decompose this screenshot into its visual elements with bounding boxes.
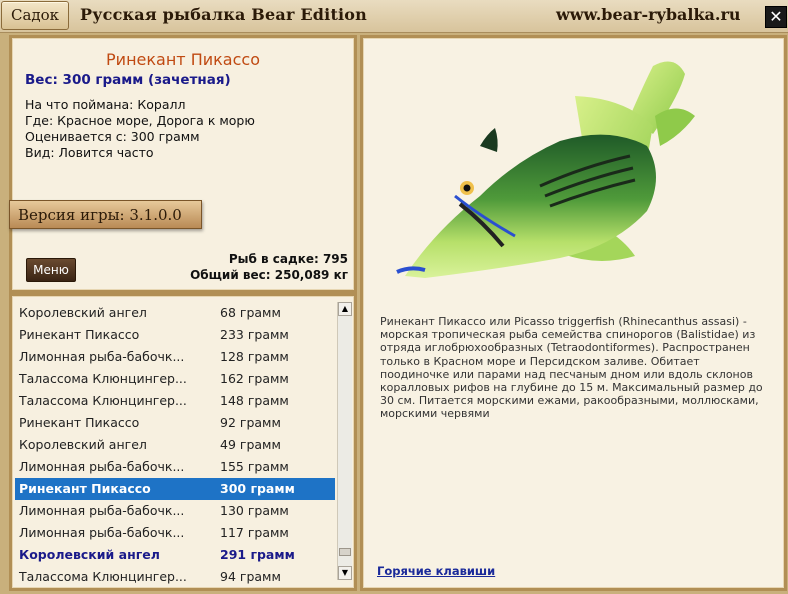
list-item-name: Ринекант Пикассо — [19, 415, 140, 430]
scroll-down-icon[interactable]: ▼ — [338, 566, 352, 580]
list-item-name: Талассома Клюнцингер... — [19, 569, 187, 584]
list-item[interactable]: Ринекант Пикассо 92 грамм — [15, 412, 335, 434]
list-item-name: Королевский ангел — [19, 437, 147, 452]
list-item-weight: 92 грамм — [220, 415, 281, 430]
list-item-weight: 117 грамм — [220, 525, 289, 540]
list-item[interactable]: Лимонная рыба-бабочк... 130 грамм — [15, 500, 335, 522]
list-item[interactable]: Лимонная рыба-бабочк... 155 грамм — [15, 456, 335, 478]
hotkeys-link[interactable]: Горячие клавиши — [377, 564, 495, 578]
list-item[interactable]: Лимонная рыба-бабочк... 128 грамм — [15, 346, 335, 368]
list-item-name: Талассома Клюнцингер... — [19, 371, 187, 386]
list-item[interactable]: Ринекант Пикассо 300 грамм — [15, 478, 335, 500]
list-scrollbar[interactable]: ▲ ▼ — [337, 302, 352, 580]
list-item-weight: 162 грамм — [220, 371, 289, 386]
list-item-name: Талассома Клюнцингер... — [19, 393, 187, 408]
fish-info-panel: Ринекант Пикассо Вес: 300 грамм (зачетна… — [9, 35, 357, 293]
menu-button[interactable]: Меню — [26, 258, 76, 282]
list-item-name: Лимонная рыба-бабочк... — [19, 349, 185, 364]
list-item-weight: 68 грамм — [220, 305, 281, 320]
list-item-name: Лимонная рыба-бабочк... — [19, 503, 185, 518]
list-item[interactable]: Королевский ангел 68 грамм — [15, 302, 335, 324]
catch-list: Королевский ангел 68 грамм Ринекант Пикасс… — [15, 302, 335, 588]
valued-from: Оценивается с: 300 грамм — [25, 129, 200, 144]
fish-detail-panel: Ринекант Пикассо или Picasso triggerfish… — [360, 35, 787, 591]
app-title: Русская рыбалка Bear Edition — [80, 5, 368, 24]
list-item-weight: 148 грамм — [220, 393, 289, 408]
list-item[interactable]: Ринекант Пикассо 233 грамм — [15, 324, 335, 346]
list-item-weight: 130 грамм — [220, 503, 289, 518]
list-item[interactable]: Королевский ангел 291 грамм — [15, 544, 335, 566]
list-item-name: Ринекант Пикассо — [19, 327, 140, 342]
fish-count: Рыб в садке: 795 — [228, 252, 348, 266]
list-item[interactable]: Талассома Клюнцингер... 148 грамм — [15, 390, 335, 412]
title-bar: Садок Русская рыбалка Bear Edition www.b… — [0, 0, 788, 33]
catch-frequency: Вид: Ловится часто — [25, 145, 154, 160]
list-item-weight: 94 грамм — [220, 569, 281, 584]
list-item[interactable]: Талассома Клюнцингер... 94 грамм — [15, 566, 335, 588]
list-item-name: Королевский ангел — [19, 547, 160, 562]
list-item-weight: 291 грамм — [220, 547, 295, 562]
total-weight: Общий вес: 250,089 кг — [190, 268, 348, 282]
fish-description: Ринекант Пикассо или Picasso triggerfish… — [380, 315, 763, 421]
list-item-weight: 128 грамм — [220, 349, 289, 364]
site-url: www.bear-rybalka.ru — [556, 5, 741, 24]
list-item-name: Лимонная рыба-бабочк... — [19, 459, 185, 474]
list-item-name: Королевский ангел — [19, 305, 147, 320]
close-icon[interactable]: ✕ — [765, 6, 787, 28]
scroll-thumb[interactable] — [339, 548, 351, 556]
game-version: Версия игры: 3.1.0.0 — [9, 200, 202, 229]
list-item-weight: 233 грамм — [220, 327, 289, 342]
list-item-weight: 155 грамм — [220, 459, 289, 474]
list-item-name: Лимонная рыба-бабочк... — [19, 525, 185, 540]
list-item[interactable]: Лимонная рыба-бабочк... 117 грамм — [15, 522, 335, 544]
location: Где: Красное море, Дорога к морю — [25, 113, 255, 128]
list-item[interactable]: Талассома Клюнцингер... 162 грамм — [15, 368, 335, 390]
catch-list-panel: Королевский ангел 68 грамм Ринекант Пикасс… — [9, 293, 357, 591]
fish-name: Ринекант Пикассо — [106, 50, 260, 69]
list-item[interactable]: Королевский ангел 49 грамм — [15, 434, 335, 456]
list-item-weight: 300 грамм — [220, 481, 295, 496]
scroll-up-icon[interactable]: ▲ — [338, 302, 352, 316]
caught-on: На что поймана: Коралл — [25, 97, 186, 112]
fish-image — [396, 61, 695, 278]
keepnet-tab-button[interactable]: Садок — [1, 1, 69, 30]
list-item-name: Ринекант Пикассо — [19, 481, 151, 496]
list-item-weight: 49 грамм — [220, 437, 281, 452]
fish-weight: Вес: 300 грамм (зачетная) — [25, 72, 231, 88]
